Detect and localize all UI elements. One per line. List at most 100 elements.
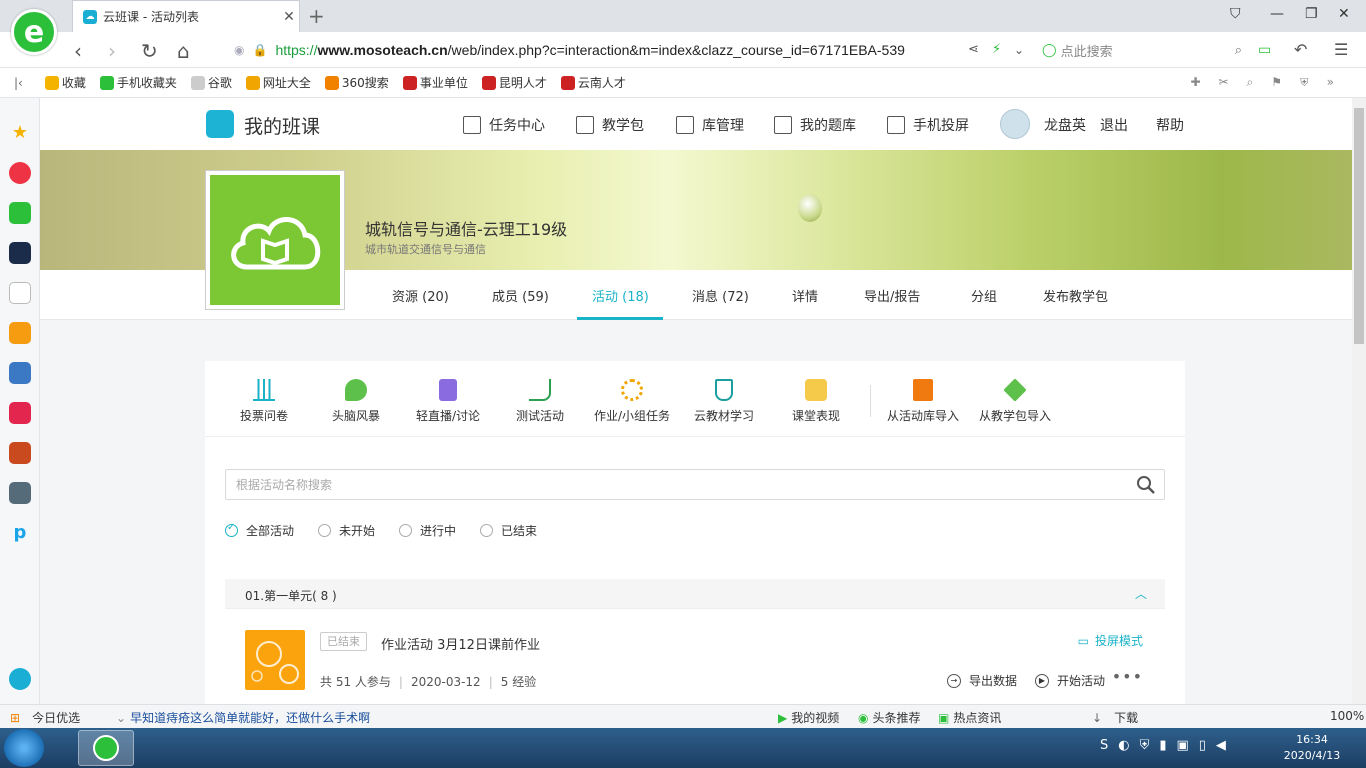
- start-activity-button[interactable]: ▶ 开始活动: [1035, 672, 1105, 689]
- page-scrollbar[interactable]: [1352, 98, 1366, 704]
- new-tab-icon[interactable]: +: [308, 4, 325, 28]
- toolbar-extension-icons[interactable]: ✚✂⌕⚑⛨»: [1190, 75, 1352, 90]
- shirt-skin-icon[interactable]: ⛉: [1230, 6, 1241, 22]
- game-app-2-icon[interactable]: [9, 442, 31, 464]
- browser-tab-active[interactable]: ☁ 云班课 - 活动列表 ✕: [72, 0, 300, 32]
- tool-import-from-package[interactable]: 从教学包导入: [969, 378, 1061, 424]
- windows-start-icon[interactable]: [4, 729, 44, 767]
- nav-library[interactable]: 库管理: [676, 115, 744, 135]
- bookmark-item[interactable]: 收藏: [44, 74, 86, 91]
- tool-test[interactable]: 测试活动: [495, 379, 585, 424]
- activity-title[interactable]: 作业活动 3月12日课前作业: [381, 634, 540, 653]
- nav-task-center[interactable]: 任务中心: [463, 115, 545, 135]
- bookmark-item[interactable]: 手机收藏夹: [99, 74, 177, 91]
- bookmark-item[interactable]: 网址大全: [245, 74, 311, 91]
- unit-header[interactable]: 01.第一单元( 8 ) ︿: [225, 579, 1165, 609]
- system-tray-icons[interactable]: S◐⛨▮▣▯◀: [1100, 738, 1236, 753]
- tool-cloud-textbook[interactable]: 云教材学习: [679, 379, 769, 424]
- zoom-level[interactable]: 100%: [1330, 709, 1364, 723]
- logout-link[interactable]: 退出: [1100, 115, 1128, 135]
- bookmark-item[interactable]: 云南人才: [560, 74, 626, 91]
- bookmark-item[interactable]: 事业单位: [402, 74, 468, 91]
- active-tab-indicator: [577, 317, 663, 320]
- system-clock[interactable]: 16:34 2020/4/13: [1282, 732, 1342, 764]
- xiaohongshu-icon[interactable]: [9, 402, 31, 424]
- filter-all[interactable]: 全部活动: [225, 522, 294, 539]
- maximize-icon[interactable]: ❐: [1305, 6, 1318, 22]
- status-download[interactable]: ↓ 下载: [1092, 709, 1138, 726]
- bookmark-item[interactable]: 昆明人才: [481, 74, 547, 91]
- lightning-icon[interactable]: ⚡: [992, 42, 1001, 57]
- refresh-icon[interactable]: ↻: [141, 39, 158, 63]
- tab-groups[interactable]: 分组: [971, 286, 997, 305]
- collapse-sidebar-icon[interactable]: |‹: [14, 76, 23, 90]
- tool-class-performance[interactable]: 课堂表现: [771, 379, 861, 424]
- weibo-icon[interactable]: [9, 162, 31, 184]
- document-icon[interactable]: [9, 282, 31, 304]
- nav-question-bank[interactable]: 我的题库: [774, 115, 856, 135]
- status-hot-news[interactable]: ▣ 热点资讯: [938, 709, 1001, 726]
- tool-homework-group-task[interactable]: 作业/小组任务: [587, 379, 677, 424]
- tab-activities[interactable]: 活动 (18): [592, 286, 649, 305]
- more-options-icon[interactable]: •••: [1112, 667, 1143, 686]
- tab-messages[interactable]: 消息 (72): [692, 286, 749, 305]
- p-app-icon[interactable]: p: [9, 522, 31, 544]
- taskbar-browser-app[interactable]: [78, 730, 134, 766]
- add-sidebar-icon[interactable]: [9, 668, 31, 690]
- close-window-icon[interactable]: ✕: [1338, 6, 1350, 22]
- mail-icon[interactable]: [9, 202, 31, 224]
- chevron-down-icon[interactable]: ⌄: [1014, 43, 1024, 57]
- tab-export-report[interactable]: 导出/报告: [864, 286, 920, 305]
- home-icon[interactable]: ⌂: [177, 39, 190, 63]
- filter-in-progress[interactable]: 进行中: [399, 522, 456, 539]
- forward-icon[interactable]: ›: [108, 39, 116, 63]
- course-cover[interactable]: [205, 170, 345, 310]
- news-ticker[interactable]: ⌄ 早知道痔疮这么简单就能好，还做什么手术啊: [116, 709, 370, 726]
- browser-logo-icon[interactable]: e: [11, 9, 57, 55]
- scrollbar-thumb[interactable]: [1354, 108, 1364, 344]
- search-engine-field[interactable]: ◯ 点此搜索 ⌕: [1042, 37, 1242, 63]
- game-app-icon[interactable]: [9, 362, 31, 384]
- star-favorites-icon[interactable]: ★: [9, 122, 31, 144]
- projection-mode-button[interactable]: ▭ 投屏模式: [1078, 632, 1143, 649]
- share-icon[interactable]: ⋖: [968, 42, 979, 57]
- user-name[interactable]: 龙盘英: [1044, 115, 1086, 135]
- battery-icon[interactable]: ▭: [1258, 42, 1271, 58]
- undo-icon[interactable]: ↶: [1294, 40, 1307, 59]
- activity-search-input[interactable]: [226, 470, 1126, 499]
- close-tab-icon[interactable]: ✕: [279, 9, 299, 25]
- filter-not-started[interactable]: 未开始: [318, 522, 375, 539]
- cloud-class-logo-icon[interactable]: [206, 110, 234, 138]
- nav-teaching-package[interactable]: 教学包: [576, 115, 644, 135]
- nav-screen-cast[interactable]: 手机投屏: [887, 115, 969, 135]
- menu-icon[interactable]: ☰: [1334, 40, 1348, 59]
- tool-vote-survey[interactable]: 投票问卷: [219, 379, 309, 424]
- novel-app-icon[interactable]: [9, 322, 31, 344]
- back-icon[interactable]: ‹: [74, 39, 82, 63]
- tool-brainstorm[interactable]: 头脑风暴: [311, 379, 401, 424]
- chevron-up-icon[interactable]: ︿: [1135, 585, 1147, 602]
- status-headlines[interactable]: ◉ 头条推荐: [858, 709, 921, 726]
- tab-publish-package[interactable]: 发布教学包: [1043, 286, 1108, 305]
- site-name[interactable]: 我的班课: [244, 112, 320, 139]
- today-picks[interactable]: ⊞ 今日优选: [10, 709, 80, 726]
- tab-details[interactable]: 详情: [792, 286, 818, 305]
- global-news-icon[interactable]: [9, 242, 31, 264]
- url-field[interactable]: ◉ 🔒 https://www.mosoteach.cn/web/index.p…: [234, 37, 1038, 63]
- status-my-video[interactable]: ▶ 我的视频: [778, 709, 839, 726]
- bookmark-item[interactable]: 谷歌: [190, 74, 232, 91]
- search-icon[interactable]: ⌕: [1235, 43, 1242, 58]
- help-link[interactable]: 帮助: [1156, 115, 1184, 135]
- minimize-icon[interactable]: —: [1270, 6, 1284, 22]
- tab-resources[interactable]: 资源 (20): [392, 286, 449, 305]
- tool-live-discussion[interactable]: 轻直播/讨论: [403, 379, 493, 424]
- export-data-button[interactable]: → 导出数据: [947, 672, 1017, 689]
- tool-import-from-library[interactable]: 从活动库导入: [877, 379, 969, 424]
- tab-members[interactable]: 成员 (59): [492, 286, 549, 305]
- search-icon[interactable]: [1136, 475, 1156, 495]
- filter-ended[interactable]: 已结束: [480, 522, 537, 539]
- avatar[interactable]: [1000, 109, 1030, 139]
- game-app-3-icon[interactable]: [9, 482, 31, 504]
- activity-item[interactable]: 已结束 作业活动 3月12日课前作业 共 51 人参与 | 2020-03-12 | 5…: [225, 609, 1165, 704]
- bookmark-item[interactable]: 360搜索: [324, 74, 389, 91]
